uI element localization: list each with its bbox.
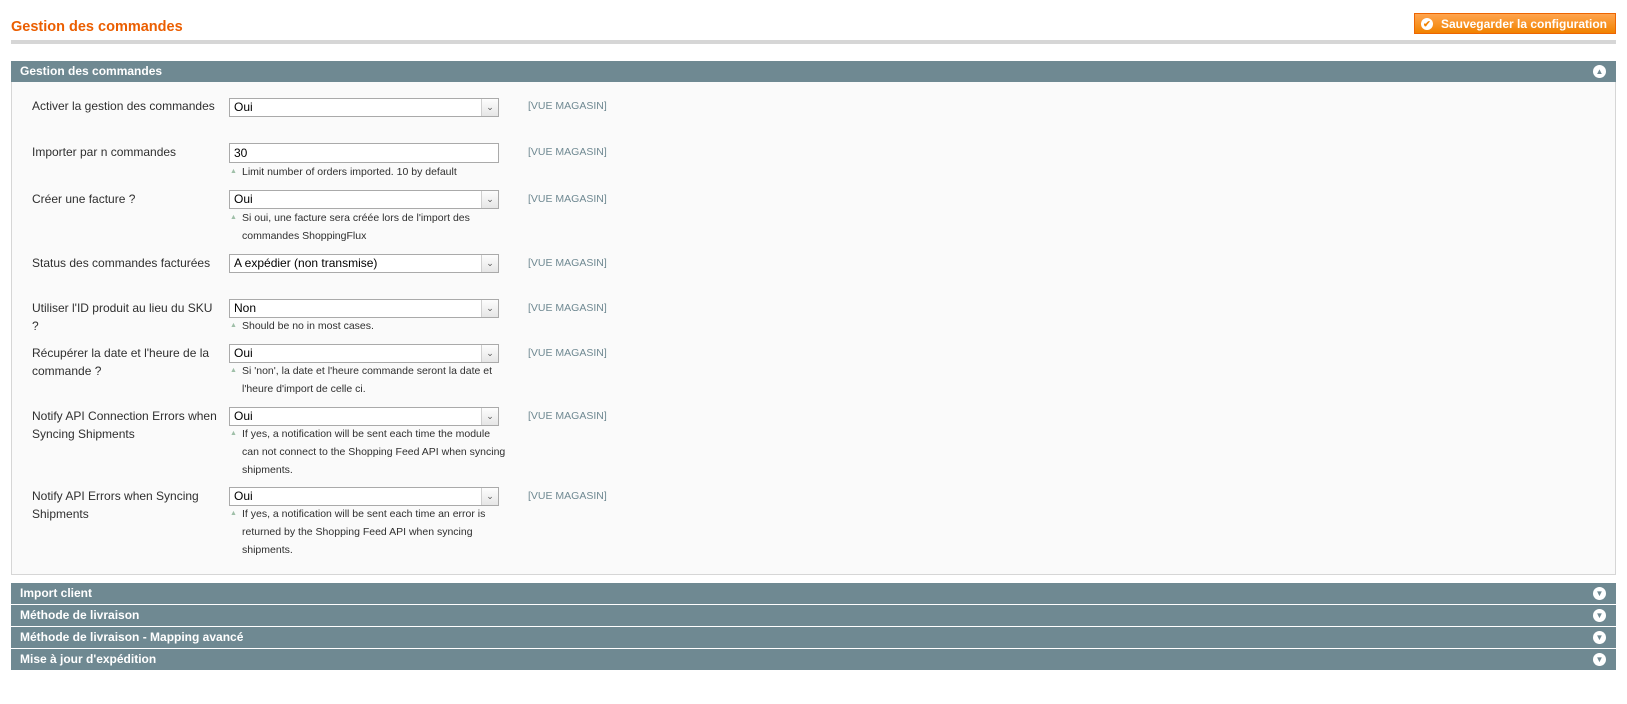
section-header-mise-a-jour-expedition[interactable]: Mise à jour d'expédition ▼ <box>11 649 1616 670</box>
label-creer-facture: Créer une facture ? <box>32 192 136 206</box>
scope-label: [VUE MAGASIN] <box>528 146 607 158</box>
select-value: A expédier (non transmise) <box>234 256 378 270</box>
note-recuperer-date: ▲ Si 'non', la date et l'heure commande … <box>230 362 507 398</box>
triangle-note-icon: ▲ <box>230 322 237 329</box>
chevron-down-circle-icon[interactable]: ▼ <box>1593 587 1606 600</box>
scope-label: [VUE MAGASIN] <box>528 193 607 205</box>
scope-label: [VUE MAGASIN] <box>528 302 607 314</box>
select-recuperer-date[interactable]: Oui ⌄ <box>229 344 499 363</box>
section-title: Mise à jour d'expédition <box>20 652 157 666</box>
chevron-down-circle-icon[interactable]: ▼ <box>1593 631 1606 644</box>
select-value: Oui <box>234 100 253 114</box>
section-title: Méthode de livraison - Mapping avancé <box>20 630 244 644</box>
scope-label: [VUE MAGASIN] <box>528 257 607 269</box>
scope-label: [VUE MAGASIN] <box>528 347 607 359</box>
save-config-label: Sauvegarder la configuration <box>1440 16 1607 31</box>
select-activer-gestion[interactable]: Oui ⌄ <box>229 98 499 117</box>
input-importer-n[interactable]: 30 <box>229 143 499 163</box>
select-notify-connection[interactable]: Oui ⌄ <box>229 407 499 426</box>
select-value: Oui <box>234 192 253 206</box>
note-text: If yes, a notification will be sent each… <box>242 508 486 556</box>
dropdown-arrow-icon: ⌄ <box>481 408 498 425</box>
label-status-facturees: Status des commandes facturées <box>32 256 211 270</box>
select-notify-errors[interactable]: Oui ⌄ <box>229 487 499 506</box>
note-text: Si oui, une facture sera créée lors de l… <box>242 212 470 242</box>
scope-label: [VUE MAGASIN] <box>528 490 607 502</box>
note-creer-facture: ▲ Si oui, une facture sera créée lors de… <box>230 209 507 245</box>
select-value: Oui <box>234 409 253 423</box>
label-importer-n: Importer par n commandes <box>32 145 177 159</box>
section-body-gestion-commandes: Activer la gestion des commandes Oui ⌄ [… <box>11 82 1616 575</box>
note-notify-errors: ▲ If yes, a notification will be sent ea… <box>230 505 507 559</box>
select-value: Oui <box>234 489 253 503</box>
label-notify-errors: Notify API Errors when Syncing Shipments <box>32 489 199 521</box>
section-header-mapping-avance[interactable]: Méthode de livraison - Mapping avancé ▼ <box>11 627 1616 648</box>
note-notify-connection: ▲ If yes, a notification will be sent ea… <box>230 425 507 479</box>
page-title: Gestion des commandes <box>11 19 183 35</box>
note-utiliser-id: ▲ Should be no in most cases. <box>230 317 507 335</box>
dropdown-arrow-icon: ⌄ <box>481 99 498 116</box>
chevron-up-circle-icon[interactable]: ▲ <box>1593 65 1606 78</box>
page-header: Gestion des commandes ✔ Sauvegarder la c… <box>11 0 1616 44</box>
triangle-note-icon: ▲ <box>230 168 237 175</box>
chevron-down-circle-icon[interactable]: ▼ <box>1593 653 1606 666</box>
note-text: Limit number of orders imported. 10 by d… <box>242 166 457 178</box>
header-divider <box>11 40 1616 44</box>
note-text: Si 'non', la date et l'heure commande se… <box>242 365 493 395</box>
dropdown-arrow-icon: ⌄ <box>481 488 498 505</box>
note-importer-n: ▲ Limit number of orders imported. 10 by… <box>230 163 507 181</box>
label-recuperer-date: Récupérer la date et l'heure de la comma… <box>32 346 210 378</box>
triangle-note-icon: ▲ <box>230 214 237 221</box>
note-text: If yes, a notification will be sent each… <box>242 428 506 476</box>
select-value: Non <box>234 301 257 315</box>
dropdown-arrow-icon: ⌄ <box>481 191 498 208</box>
section-title: Gestion des commandes <box>20 64 163 78</box>
dropdown-arrow-icon: ⌄ <box>481 345 498 362</box>
dropdown-arrow-icon: ⌄ <box>481 300 498 317</box>
select-utiliser-id[interactable]: Non ⌄ <box>229 299 499 318</box>
section-title: Méthode de livraison <box>20 608 140 622</box>
triangle-note-icon: ▲ <box>230 510 237 517</box>
scope-label: [VUE MAGASIN] <box>528 100 607 112</box>
label-activer-gestion: Activer la gestion des commandes <box>32 99 215 113</box>
section-header-gestion-commandes[interactable]: Gestion des commandes ▲ <box>11 61 1616 82</box>
scope-label: [VUE MAGASIN] <box>528 410 607 422</box>
label-notify-connection: Notify API Connection Errors when Syncin… <box>32 409 217 441</box>
chevron-down-circle-icon[interactable]: ▼ <box>1593 609 1606 622</box>
input-value: 30 <box>234 146 248 160</box>
section-header-methode-livraison[interactable]: Méthode de livraison ▼ <box>11 605 1616 626</box>
select-creer-facture[interactable]: Oui ⌄ <box>229 190 499 209</box>
select-status-facturees[interactable]: A expédier (non transmise) ⌄ <box>229 254 499 273</box>
note-text: Should be no in most cases. <box>242 320 374 332</box>
section-header-import-client[interactable]: Import client ▼ <box>11 583 1616 604</box>
triangle-note-icon: ▲ <box>230 430 237 437</box>
select-value: Oui <box>234 346 253 360</box>
save-config-button[interactable]: ✔ Sauvegarder la configuration <box>1413 13 1616 34</box>
triangle-note-icon: ▲ <box>230 367 237 374</box>
section-title: Import client <box>20 586 93 600</box>
check-circle-icon: ✔ <box>1420 17 1433 30</box>
label-utiliser-id: Utiliser l'ID produit au lieu du SKU ? <box>32 301 213 333</box>
dropdown-arrow-icon: ⌄ <box>481 255 498 272</box>
